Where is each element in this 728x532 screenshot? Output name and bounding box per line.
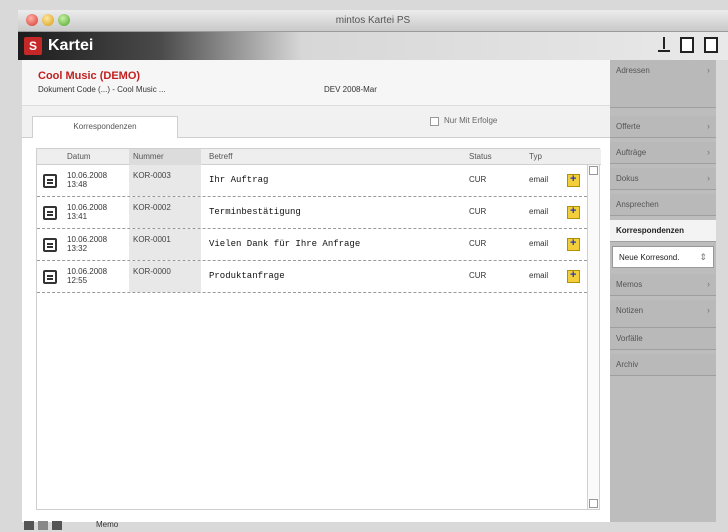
table-row[interactable]: 10.06.2008 13:41 KOR-0002 Terminbestätig…: [37, 197, 587, 229]
row-type: email: [529, 271, 549, 280]
sidebar-item-label: Ansprechen: [616, 200, 659, 209]
scroll-down-icon[interactable]: [589, 499, 598, 508]
sidebar-item-label: Archiv: [616, 360, 639, 369]
column-number[interactable]: Nummer: [133, 152, 164, 161]
row-type: email: [529, 175, 549, 184]
sidebar-item-label: Aufträge: [616, 148, 647, 157]
sidebar-item-label: Neue Korresond.: [619, 253, 680, 262]
table-row[interactable]: 10.06.2008 12:55 KOR-0000 Produktanfrage…: [37, 261, 587, 293]
row-date: 10.06.2008 12:55: [67, 267, 108, 285]
new-correspondence-select[interactable]: Neue Korresond. ⇕: [612, 246, 714, 268]
download-icon[interactable]: [658, 37, 670, 53]
row-number: KOR-0003: [129, 165, 201, 196]
sidebar-item-memos[interactable]: Memos ›: [610, 274, 716, 296]
row-date: 10.06.2008 13:41: [67, 203, 108, 221]
sidebar-item-notizen[interactable]: Notizen ›: [610, 300, 716, 328]
row-date: 10.06.2008 13:48: [67, 171, 108, 189]
toolbar-icons: [658, 37, 718, 53]
sidebar-item-offerte[interactable]: Offerte ›: [610, 116, 716, 138]
main-panel: Cool Music (DEMO) Dokument Code (...) - …: [22, 60, 610, 522]
row-status: CUR: [469, 207, 487, 216]
vertical-scrollbar[interactable]: [587, 165, 599, 509]
column-type[interactable]: Typ: [529, 152, 542, 161]
tab-korrespondenzen[interactable]: Korrespondenzen: [32, 116, 178, 138]
header-date: DEV 2008-Mar: [324, 85, 377, 94]
status-icon[interactable]: [24, 521, 34, 530]
sidebar-item-label: Korrespondenzen: [616, 226, 685, 235]
add-icon[interactable]: [567, 269, 580, 283]
sidebar-item-archiv[interactable]: Archiv: [610, 354, 716, 376]
row-status: CUR: [469, 175, 487, 184]
row-number: KOR-0001: [129, 229, 201, 260]
row-type: email: [529, 239, 549, 248]
app-logo-icon: S: [24, 37, 42, 55]
status-icon[interactable]: [52, 521, 62, 530]
scroll-up-icon[interactable]: [589, 166, 598, 175]
window-titlebar: mintos Kartei PS: [18, 10, 728, 32]
app-title: Kartei: [48, 37, 94, 54]
row-number: KOR-0000: [129, 261, 201, 292]
row-date: 10.06.2008 13:32: [67, 235, 108, 253]
row-number: KOR-0002: [129, 197, 201, 228]
tab-bar: Korrespondenzen Nur Mit Erfolge: [22, 106, 610, 138]
customer-contact: Dokument Code (...) - Cool Music ...: [38, 85, 166, 94]
table-row[interactable]: 10.06.2008 13:48 KOR-0003 Ihr Auftrag CU…: [37, 165, 587, 197]
row-subject: Terminbestätigung: [209, 207, 301, 217]
document-icon[interactable]: [704, 37, 718, 53]
sidebar-item-label: Dokus: [616, 174, 639, 183]
sidebar-item-adressen[interactable]: Adressen ›: [610, 60, 716, 108]
document-icon[interactable]: [43, 238, 57, 252]
row-type: email: [529, 207, 549, 216]
sidebar-item-label: Vorfälle: [616, 334, 643, 343]
sidebar-item-label: Offerte: [616, 122, 641, 131]
document-icon[interactable]: [43, 270, 57, 284]
chevron-icon: ›: [707, 173, 710, 183]
correspondence-table: Datum Nummer Betreff Status Typ 10.06.20…: [36, 148, 601, 510]
row-subject: Vielen Dank für Ihre Anfrage: [209, 239, 361, 249]
sidebar-item-label: Memos: [616, 280, 643, 289]
chevron-icon: ›: [707, 147, 710, 157]
sidebar-item-label: Adressen: [616, 66, 650, 75]
table-header: Datum Nummer Betreff Status Typ: [37, 149, 601, 165]
sidebar: Adressen › Offerte › Aufträge › Dokus › …: [610, 60, 716, 522]
row-subject: Produktanfrage: [209, 271, 285, 281]
status-text: Memo: [96, 520, 119, 529]
filter-checkbox[interactable]: [430, 117, 439, 126]
sidebar-item-vorfaelle[interactable]: Vorfälle: [610, 328, 716, 350]
add-icon[interactable]: [567, 205, 580, 219]
column-status[interactable]: Status: [469, 152, 492, 161]
status-bar: Memo: [18, 520, 218, 532]
sidebar-item-label: Notizen: [616, 306, 644, 315]
customer-name: Cool Music (DEMO): [38, 70, 141, 82]
sidebar-item-ansprechen[interactable]: Ansprechen: [610, 194, 716, 216]
table-row[interactable]: 10.06.2008 13:32 KOR-0001 Vielen Dank fü…: [37, 229, 587, 261]
add-icon[interactable]: [567, 237, 580, 251]
row-subject: Ihr Auftrag: [209, 175, 269, 185]
search-filter[interactable]: Nur Mit Erfolge: [430, 114, 540, 130]
app-bar: S Kartei: [18, 32, 728, 60]
sidebar-item-auftraege[interactable]: Aufträge ›: [610, 142, 716, 164]
document-icon[interactable]: [43, 206, 57, 220]
chevron-icon: ›: [707, 279, 710, 289]
customer-header: Cool Music (DEMO) Dokument Code (...) - …: [22, 60, 610, 106]
dropdown-icon: ⇕: [699, 252, 707, 262]
column-subject[interactable]: Betreff: [209, 152, 232, 161]
chevron-icon: ›: [707, 305, 710, 315]
chevron-icon: ›: [707, 121, 710, 131]
status-icon[interactable]: [38, 521, 48, 530]
row-status: CUR: [469, 271, 487, 280]
document-icon[interactable]: [43, 174, 57, 188]
filter-label: Nur Mit Erfolge: [444, 116, 498, 125]
column-date[interactable]: Datum: [67, 152, 91, 161]
sidebar-item-korrespondenzen[interactable]: Korrespondenzen: [610, 220, 716, 242]
row-status: CUR: [469, 239, 487, 248]
sidebar-item-dokus[interactable]: Dokus ›: [610, 168, 716, 190]
chevron-icon: ›: [707, 65, 710, 75]
window-icon[interactable]: [680, 37, 694, 53]
add-icon[interactable]: [567, 173, 580, 187]
window-title: mintos Kartei PS: [335, 15, 411, 26]
